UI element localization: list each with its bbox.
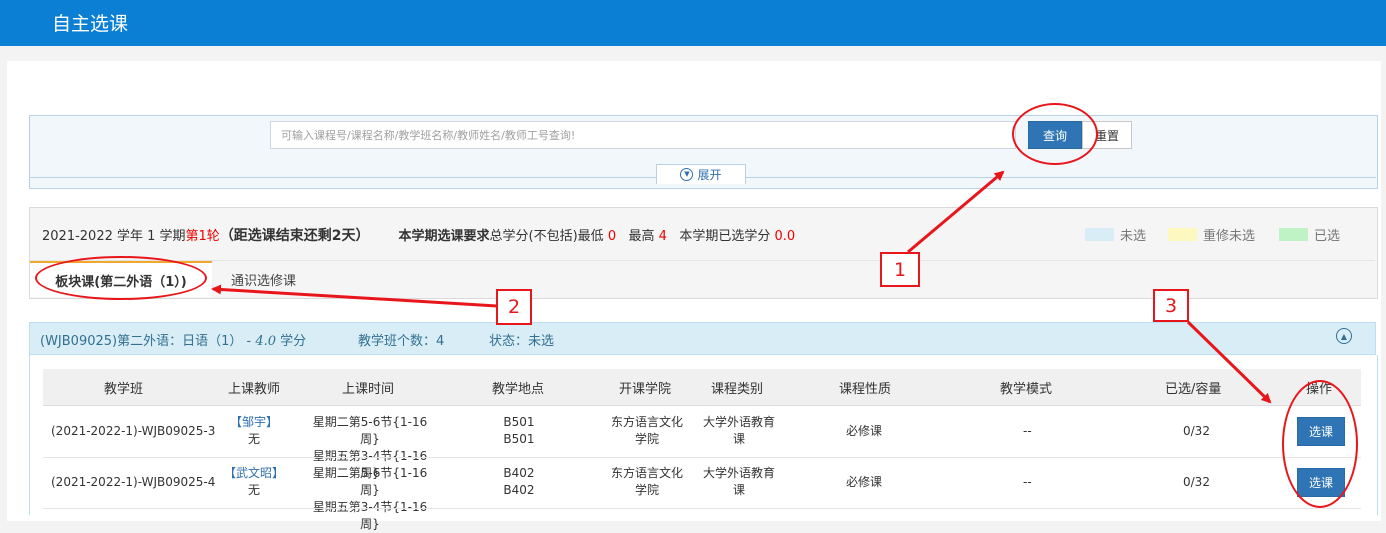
annotation-arrow-3 [1186, 320, 1272, 404]
annotation-label-1: 1 [880, 252, 920, 287]
annotation-arrow-2 [211, 284, 498, 308]
annotation-label-2: 2 [496, 289, 532, 325]
annotation-arrow-1 [907, 170, 1005, 254]
annotation-label-3: 3 [1153, 289, 1189, 322]
annotation-arrows [211, 170, 1272, 404]
